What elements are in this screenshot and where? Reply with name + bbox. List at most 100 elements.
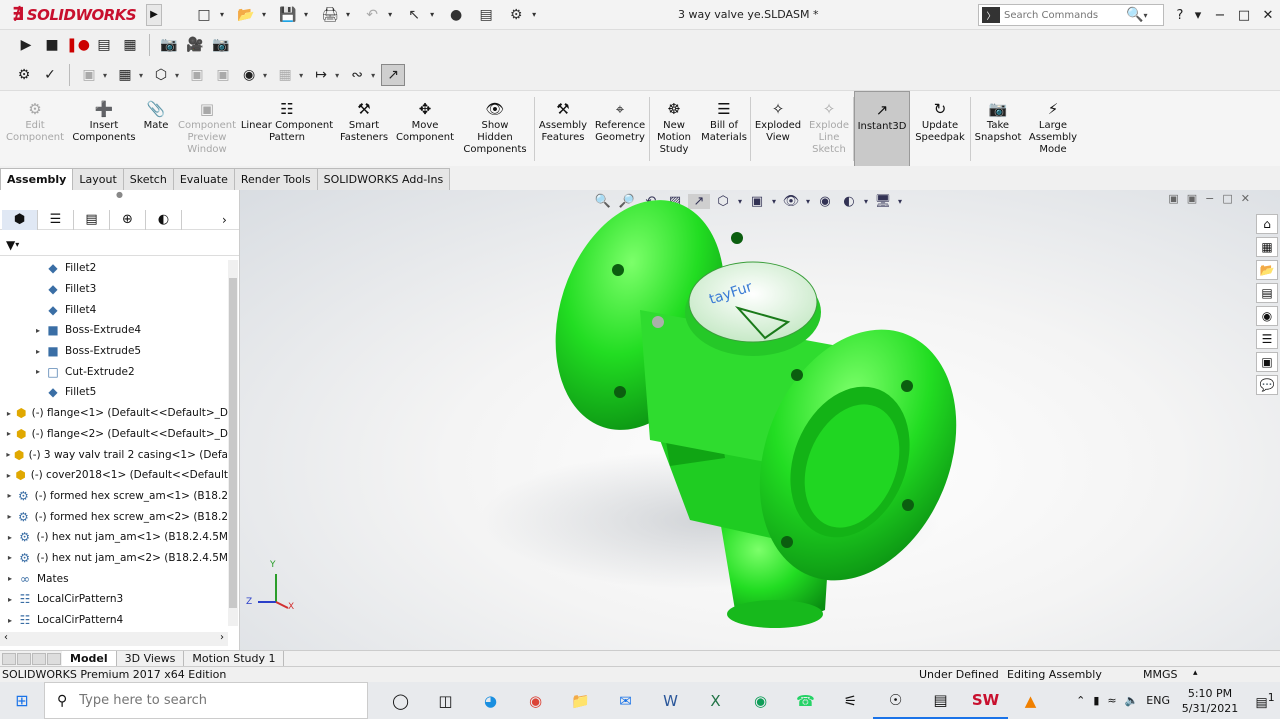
dropdown-icon[interactable]: ▾ (335, 71, 339, 80)
help-dropdown-icon[interactable]: ▾ (1192, 8, 1204, 23)
undo-dropdown-icon[interactable]: ▾ (388, 10, 392, 19)
dropdown-icon[interactable]: ▾ (175, 71, 179, 80)
display-manager-tab-icon[interactable]: ◐ (146, 209, 182, 230)
camera-video-icon[interactable]: 🎥 (183, 34, 207, 56)
expand-arrow-icon[interactable]: ▸ (4, 574, 16, 583)
vlc-icon[interactable]: ▲ (1008, 682, 1053, 719)
notifications-icon[interactable]: ▤1 (1250, 691, 1280, 710)
expand-arrow-icon[interactable]: ▸ (4, 450, 13, 459)
component-icon[interactable]: ▦ (113, 64, 137, 86)
search-dropdown-icon[interactable]: ▾ (1143, 11, 1147, 20)
tab-layout[interactable]: Layout (72, 168, 124, 190)
tree-node[interactable]: ▸ ∞ Mates (0, 568, 228, 589)
play-icon[interactable]: ▶ (14, 34, 38, 56)
record-icon[interactable]: ❚● (66, 34, 90, 56)
filter-icon[interactable]: ▼ (6, 238, 15, 252)
tree-node[interactable]: ▸ ⚙ (-) hex nut jam_am<1> (B18.2.4.5M (0, 527, 228, 548)
help-button[interactable]: ? (1168, 8, 1192, 23)
task-view-icon[interactable]: ◫ (423, 682, 468, 719)
tree-node[interactable]: ▸ ⬢ (-) 3 way valv trail 2 casing<1> (Defa (0, 444, 228, 465)
feature-manager-tab-icon[interactable]: ⬢ (2, 209, 38, 230)
tree-node[interactable]: ▸ ⚙ (-) formed hex screw_am<1> (B18.2 (0, 486, 228, 507)
tree-node[interactable]: ◆ Fillet2 (0, 258, 228, 279)
open-folder-icon[interactable]: 📂 (232, 4, 260, 26)
component-preview-window-button[interactable]: ▣ Component Preview Window (174, 91, 240, 167)
dropdown-icon[interactable]: ▾ (139, 71, 143, 80)
valve-model[interactable]: tayFur (240, 190, 1280, 650)
hide-dim-icon[interactable]: ▣ (185, 64, 209, 86)
tree-node[interactable]: ◆ Fillet3 (0, 279, 228, 300)
expand-arrow-icon[interactable]: ▸ (4, 429, 14, 438)
new-dropdown-icon[interactable]: ▾ (220, 10, 224, 19)
expand-arrow-icon[interactable]: ▸ (4, 491, 15, 500)
solidworks-taskbar-icon[interactable]: SW (963, 682, 1008, 719)
menu-expand-arrow[interactable]: ▶ (146, 3, 162, 26)
units-arrow-icon[interactable]: ▴ (1193, 668, 1198, 678)
new-document-icon[interactable]: □ (190, 4, 218, 26)
word-icon[interactable]: W (648, 682, 693, 719)
mate-button[interactable]: 📎 Mate (138, 91, 174, 167)
taskbar-search-input[interactable] (79, 693, 340, 708)
assembly-features-button[interactable]: ⚒ Assembly Features (535, 91, 591, 167)
tree-node[interactable]: ▸ ⬢ (-) flange<1> (Default<<Default>_D (0, 403, 228, 424)
property-manager-tab-icon[interactable]: ☰ (38, 209, 74, 230)
battery-icon[interactable]: ▮ (1093, 694, 1099, 707)
dropdown-icon[interactable]: ▾ (371, 71, 375, 80)
whatsapp-icon[interactable]: ☎ (783, 682, 828, 719)
scroll-left-icon[interactable]: ‹ (4, 632, 8, 646)
tree-node[interactable]: ▸ ⬢ (-) cover2018<1> (Default<<Default (0, 465, 228, 486)
stop-icon[interactable]: ■ (40, 34, 64, 56)
last-tab-icon[interactable] (47, 652, 61, 665)
print-dropdown-icon[interactable]: ▾ (346, 10, 350, 19)
insert-components-button[interactable]: ➕ Insert Components (70, 91, 138, 167)
tree-node[interactable]: ▸ ⬢ (-) flange<2> (Default<<Default>_D (0, 424, 228, 445)
tree-node[interactable]: ▸ ☷ LocalCirPattern4 (0, 610, 228, 626)
take-snapshot-button[interactable]: 📷 Take Snapshot (971, 91, 1025, 167)
scroll-thumb[interactable] (229, 278, 237, 608)
file-manager-icon[interactable]: ▤ (918, 682, 963, 719)
windows-start-icon[interactable]: ⊞ (0, 682, 44, 719)
volume-icon[interactable]: 🔈 (1125, 694, 1139, 707)
exploded-view-button[interactable]: ✧ Exploded View (751, 91, 805, 167)
update-speedpak-button[interactable]: ↻ Update Speedpak (910, 91, 970, 167)
file-explorer-icon[interactable]: 📁 (558, 682, 603, 719)
move-component-button[interactable]: ✥ Move Component (394, 91, 456, 167)
mail-icon[interactable]: ✉ (603, 682, 648, 719)
tab-sketch[interactable]: Sketch (122, 168, 174, 190)
panel-grip[interactable]: ● (0, 190, 239, 204)
cube-icon[interactable]: ⬡ (149, 64, 173, 86)
reference-geometry-button[interactable]: ⌖ Reference Geometry (591, 91, 649, 167)
search-icon[interactable]: 🔍 (1126, 7, 1143, 23)
language-indicator[interactable]: ENG (1146, 694, 1170, 707)
camera-dim-icon[interactable]: 📷 (209, 34, 233, 56)
close-button[interactable]: ✕ (1256, 8, 1280, 23)
new-motion-study-button[interactable]: ☸ New Motion Study (650, 91, 698, 167)
excel-icon[interactable]: X (693, 682, 738, 719)
solidworks-logo[interactable]: ∄ SOLIDWORKS (0, 4, 146, 25)
tree-node[interactable]: ▸ ■ Boss-Extrude5 (0, 341, 228, 362)
tree-node[interactable]: ▸ ■ Boss-Extrude4 (0, 320, 228, 341)
edit-component-button[interactable]: ⚙ Edit Component (0, 91, 70, 167)
options-gear-icon[interactable]: ⚙ (502, 4, 530, 26)
expand-arrow-icon[interactable]: ▸ (4, 512, 15, 521)
scroll-right-icon[interactable]: › (220, 632, 224, 646)
restore-button[interactable]: □ (1232, 8, 1256, 23)
reference-axis-icon[interactable]: ↦ (309, 64, 333, 86)
taskbar-search-icon[interactable]: ⚲ (57, 693, 67, 709)
cortana-icon[interactable]: ◯ (378, 682, 423, 719)
print-icon[interactable]: 🖨 (316, 4, 344, 26)
expand-arrow-icon[interactable]: ▸ (4, 553, 16, 562)
dropdown-icon[interactable]: ▾ (103, 71, 107, 80)
dropdown-icon[interactable]: ▾ (263, 71, 267, 80)
tray-expand-icon[interactable]: ⌃ (1076, 694, 1085, 707)
undo-icon[interactable]: ↶ (358, 4, 386, 26)
search-commands-input[interactable] (1004, 9, 1124, 21)
expand-arrow-icon[interactable]: ▸ (4, 616, 16, 625)
bill-of-materials-button[interactable]: ☰ Bill of Materials (698, 91, 750, 167)
graphics-area[interactable]: 🔍 🔎 ↶ ▨ ↗ ⬡▾ ▣▾ 👁▾ ◉ ◐▾ 🖥▾ ▣ ▣ − □ ✕ ⌂ ▦… (240, 190, 1280, 650)
file-properties-icon[interactable]: ▤ (472, 4, 500, 26)
show-hidden-components-button[interactable]: 👁 Show Hidden Components (456, 91, 534, 167)
chrome-icon-2[interactable]: ◉ (738, 682, 783, 719)
antenna-app-icon[interactable]: ⚟ (828, 682, 873, 719)
assembly-check-icon[interactable]: ✓ (38, 64, 62, 86)
